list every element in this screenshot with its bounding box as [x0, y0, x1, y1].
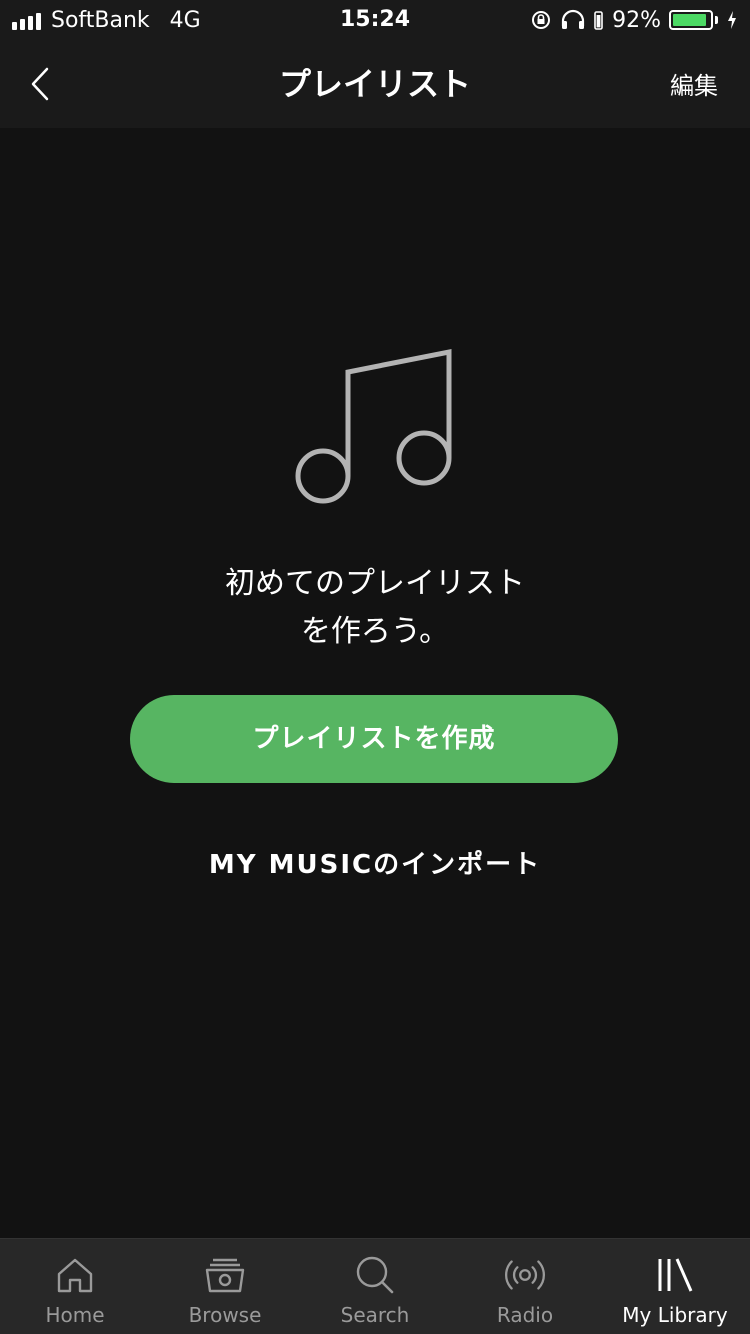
create-playlist-button[interactable]: プレイリストを作成 — [130, 695, 618, 783]
headphones-icon — [561, 9, 585, 29]
spotify-playlists-screen: SoftBank 4G 15:24 92% プレイリスト 編集 初めてのプレイリ… — [0, 0, 750, 1334]
home-icon — [53, 1253, 97, 1297]
tab-home-label: Home — [45, 1303, 105, 1327]
tab-search[interactable]: Search — [300, 1239, 450, 1334]
browse-icon — [203, 1253, 247, 1297]
navigation-bar: プレイリスト 編集 — [0, 40, 750, 128]
library-icon — [653, 1253, 697, 1297]
empty-message-line-1: 初めてのプレイリスト — [225, 566, 525, 601]
orientation-lock-icon — [532, 11, 551, 29]
empty-message-line-2: を作ろう。 — [300, 614, 450, 649]
tab-radio[interactable]: Radio — [450, 1239, 600, 1334]
tab-my-library-label: My Library — [622, 1303, 728, 1327]
battery-small-icon — [594, 11, 603, 30]
search-icon — [353, 1253, 397, 1297]
battery-icon — [669, 10, 713, 30]
music-note-icon — [295, 348, 452, 504]
battery-level-fill — [673, 14, 706, 26]
tab-bar: Home Browse Search Radio My Library — [0, 1238, 750, 1334]
edit-button[interactable]: 編集 — [670, 40, 718, 128]
tab-search-label: Search — [340, 1303, 410, 1327]
tab-browse-label: Browse — [188, 1303, 262, 1327]
status-bar: SoftBank 4G 15:24 92% — [0, 0, 750, 40]
tab-my-library[interactable]: My Library — [600, 1239, 750, 1334]
battery-percent: 92% — [612, 7, 661, 33]
page-title: プレイリスト — [278, 65, 471, 103]
tab-browse[interactable]: Browse — [150, 1239, 300, 1334]
radio-icon — [503, 1253, 547, 1297]
battery-cap — [715, 16, 718, 24]
charging-bolt-icon — [728, 11, 736, 29]
status-right: 92% — [530, 0, 738, 40]
import-my-music-link[interactable]: MY MUSICのインポート — [0, 845, 750, 885]
tab-radio-label: Radio — [496, 1303, 554, 1327]
tab-home[interactable]: Home — [0, 1239, 150, 1334]
empty-state-message: 初めてのプレイリスト を作ろう。 — [0, 560, 750, 656]
